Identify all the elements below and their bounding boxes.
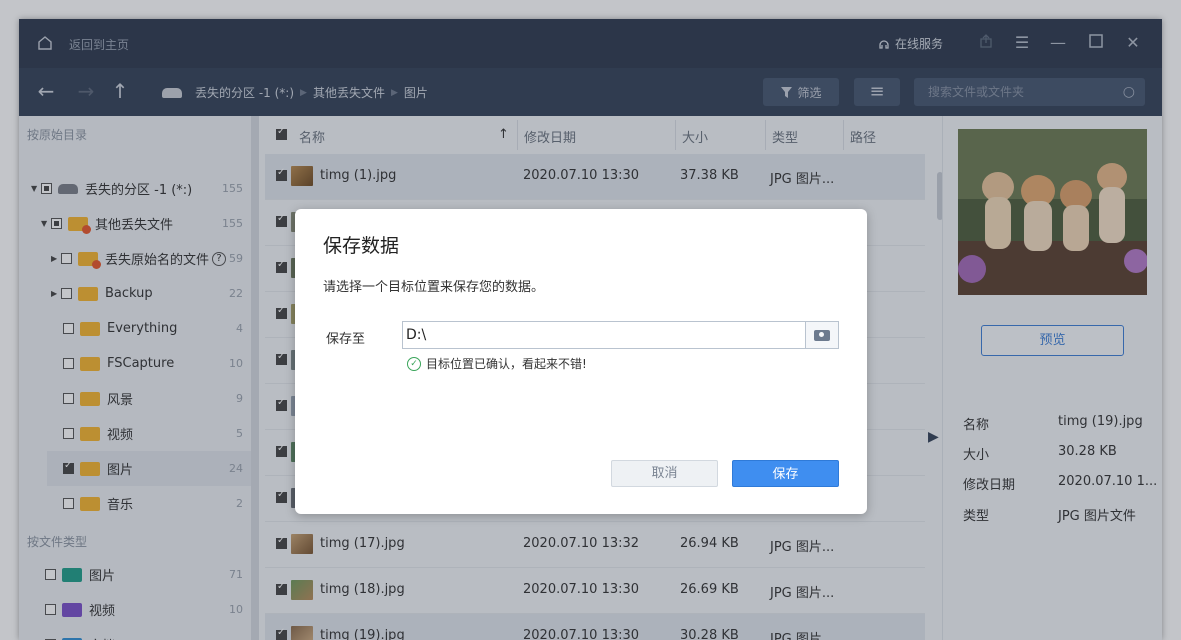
browse-folder-button[interactable] <box>805 321 839 349</box>
cancel-button[interactable]: 取消 <box>611 460 718 487</box>
save-to-label: 保存至 <box>326 332 366 347</box>
path-confirm-message: ✓ 目标位置已确认，看起来不错! <box>407 355 587 372</box>
save-data-dialog: 保存数据 请选择一个目标位置来保存您的数据。 保存至 D:\ ✓ 目标位置已确认… <box>295 209 867 514</box>
dialog-title: 保存数据 <box>323 235 400 257</box>
save-path-input[interactable]: D:\ <box>402 321 806 349</box>
check-circle-icon: ✓ <box>407 356 421 371</box>
save-button[interactable]: 保存 <box>732 460 839 487</box>
confirm-text: 目标位置已确认，看起来不错! <box>426 357 587 371</box>
dialog-description: 请选择一个目标位置来保存您的数据。 <box>323 280 545 295</box>
folder-browse-icon <box>814 330 830 341</box>
